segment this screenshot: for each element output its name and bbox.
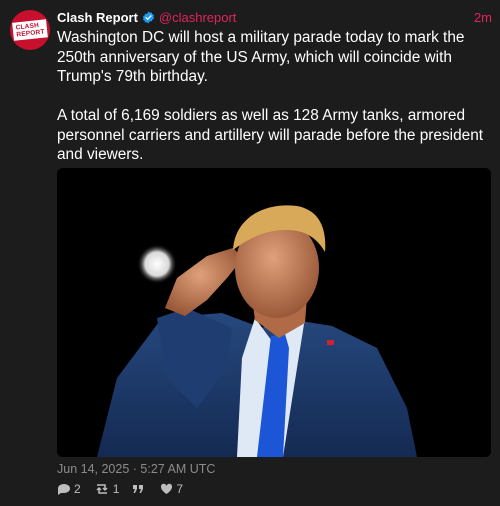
verified-badge-icon [142, 11, 155, 24]
avatar-logo-text: CLASH REPORT [11, 19, 48, 41]
like-icon [161, 483, 173, 494]
tweet-photo[interactable] [57, 168, 491, 457]
author-handle[interactable]: @clashreport [159, 10, 237, 25]
retweet-icon [96, 484, 108, 494]
tweet-paragraph-1: Washington DC will host a military parad… [57, 29, 465, 85]
quote-button[interactable] [132, 484, 147, 495]
like-button[interactable]: 7 [160, 482, 183, 496]
quote-icon [133, 484, 144, 493]
reply-button[interactable]: 2 [57, 482, 81, 496]
tweet-text: Washington DC will host a military parad… [57, 28, 495, 165]
tweet-timestamp[interactable]: Jun 14, 2025 · 5:27 AM UTC [57, 462, 215, 476]
author-name[interactable]: Clash Report [57, 10, 138, 25]
retweet-count: 1 [112, 482, 120, 496]
reply-icon [58, 484, 70, 495]
tweet-header: Clash Report @clashreport 2m [57, 9, 492, 25]
like-count: 7 [176, 482, 184, 496]
relative-time[interactable]: 2m [474, 10, 492, 25]
reply-count: 2 [74, 482, 81, 496]
tweet-paragraph-2: A total of 6,169 soldiers as well as 128… [57, 107, 484, 163]
tweet-actions: 2 1 7 [57, 482, 196, 496]
avatar[interactable]: CLASH REPORT [10, 10, 50, 50]
retweet-button[interactable]: 1 [94, 482, 120, 496]
photo-illustration [57, 168, 491, 457]
